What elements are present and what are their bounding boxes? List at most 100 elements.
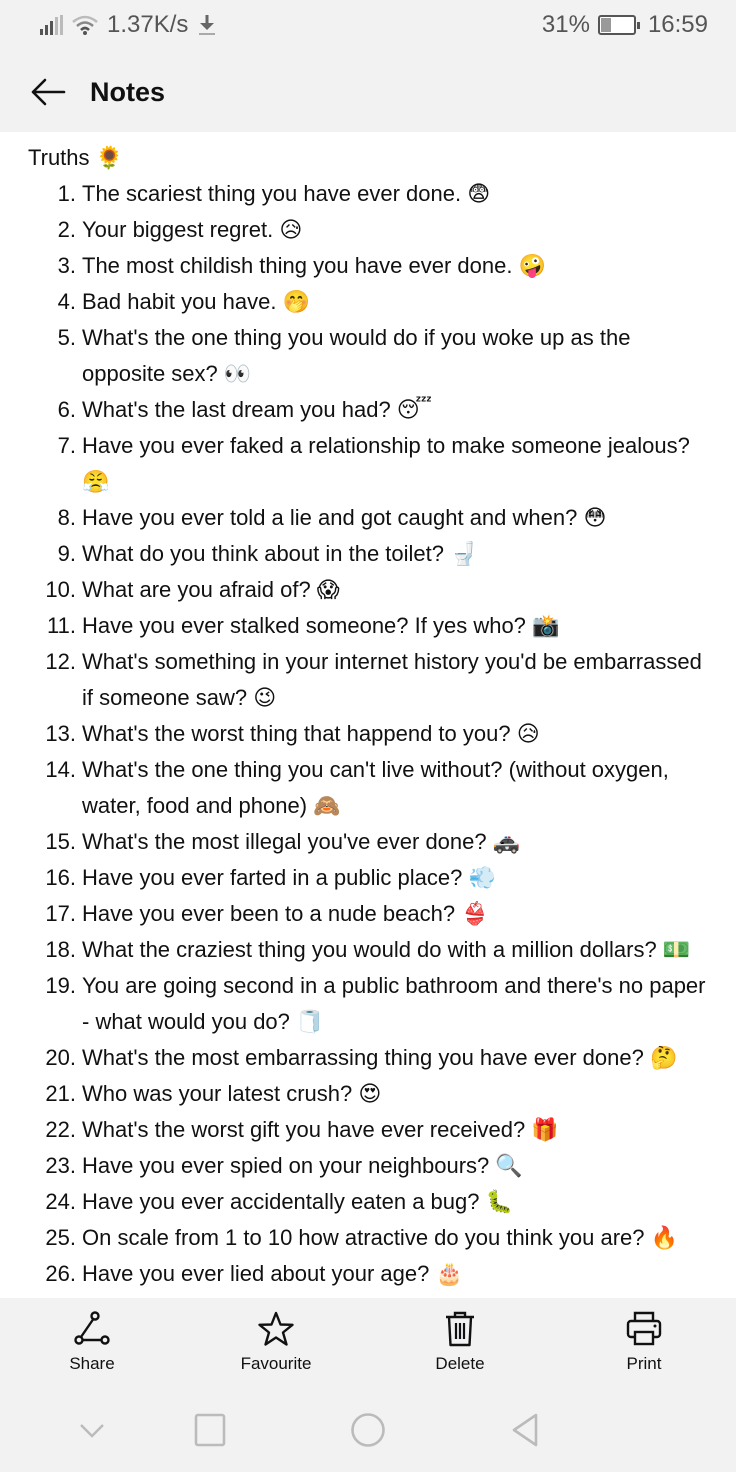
list-item-text: Have you ever stalked someone? If yes wh…	[82, 613, 560, 638]
list-item-text: Have you ever spied on your neighbours? …	[82, 1153, 523, 1178]
wifi-icon	[72, 15, 98, 35]
list-item-text: What the craziest thing you would do wit…	[82, 937, 691, 962]
printer-icon	[626, 1311, 662, 1346]
list-item: 1. The scariest thing you have ever done.…	[0, 176, 736, 212]
list-item-number: 26.	[45, 1261, 76, 1286]
share-icon	[74, 1311, 110, 1345]
list-item: 17. Have you ever been to a nude beach? 👙	[0, 896, 736, 932]
list-item-number: 7.	[57, 433, 76, 458]
list-item-number: 12.	[45, 649, 76, 674]
list-item-number: 9.	[57, 541, 76, 566]
trash-icon	[446, 1311, 474, 1347]
hide-keyboard-button[interactable]	[72, 1410, 112, 1450]
battery-percent: 31%	[541, 11, 590, 38]
list-item: 23. Have you ever spied on your neighbour…	[0, 1148, 736, 1184]
list-item: 15. What's the most illegal you've ever d…	[0, 824, 736, 860]
list-item: 25. On scale from 1 to 10 how atractive d…	[0, 1220, 736, 1256]
circle-icon	[351, 1413, 385, 1447]
home-button[interactable]	[348, 1410, 388, 1450]
list-item: 6. What's the last dream you had? 😴	[0, 392, 736, 428]
list-item: 9. What do you think about in the toilet?…	[0, 536, 736, 572]
list-item-number: 19.	[45, 973, 76, 998]
list-item-text: Your biggest regret. 😥	[82, 217, 303, 242]
list-item: 2. Your biggest regret. 😥	[0, 212, 736, 248]
list-item-number: 11.	[47, 613, 76, 638]
list-item-number: 8.	[57, 505, 76, 530]
status-bar: 1.37K/s 31% 16:59	[0, 0, 736, 52]
download-icon	[199, 15, 216, 35]
list-item-text: What's the one thing you can't live with…	[82, 757, 669, 818]
list-item: 21. Who was your latest crush? 😍	[0, 1076, 736, 1112]
list-item: 22. What's the worst gift you have ever r…	[0, 1112, 736, 1148]
list-item: 8. Have you ever told a lie and got caugh…	[0, 500, 736, 536]
list-item-number: 1.	[57, 181, 76, 206]
page-title: Notes	[90, 76, 166, 107]
note-content[interactable]: Truths 🌻 1. The scariest thing you have e…	[0, 132, 736, 1298]
list-item: 14. What's the one thing you can't live w…	[0, 752, 736, 824]
list-item-text: What are you afraid of? 😱	[82, 577, 340, 602]
list-item-number: 15.	[45, 829, 76, 854]
list-item-number: 18.	[45, 937, 76, 962]
list-item: 7. Have you ever faked a relationship to …	[0, 428, 736, 500]
list-item-text: What's the worst thing that happend to y…	[82, 721, 540, 746]
list-item-text: What do you think about in the toilet? 🚽	[82, 541, 478, 566]
truths-list: 1. The scariest thing you have ever done.…	[0, 176, 736, 1298]
list-item-number: 24.	[45, 1189, 76, 1214]
app-bar: Notes	[0, 52, 736, 132]
delete-label: Delete	[435, 1354, 485, 1373]
list-item-text: What's the one thing you would do if you…	[82, 325, 631, 386]
list-item-text: The scariest thing you have ever done. 😨	[82, 181, 491, 206]
list-item: 11. Have you ever stalked someone? If yes…	[0, 608, 736, 644]
back-button[interactable]	[28, 72, 68, 112]
list-item-number: 3.	[57, 253, 76, 278]
recents-button[interactable]	[190, 1410, 230, 1450]
list-item-text: On scale from 1 to 10 how atractive do y…	[82, 1225, 679, 1250]
delete-button[interactable]: Delete	[368, 1298, 552, 1390]
list-item: 26. Have you ever lied about your age? 🎂	[0, 1256, 736, 1292]
list-item-number: 16.	[45, 865, 76, 890]
list-item-number: 6.	[57, 397, 76, 422]
bottom-action-bar: Share Favourite Delete Print	[0, 1298, 736, 1390]
system-back-button[interactable]	[505, 1410, 545, 1450]
list-item: 20. What's the most embarrassing thing yo…	[0, 1040, 736, 1076]
status-left: 1.37K/s	[40, 10, 218, 40]
list-item-text: What's the worst gift you have ever rece…	[82, 1117, 559, 1142]
list-item-text: You are going second in a public bathroo…	[82, 973, 706, 1034]
battery-icon	[597, 15, 640, 35]
list-item: 12. What's something in your internet his…	[0, 644, 736, 716]
list-item: 4. Bad habit you have. 🤭	[0, 284, 736, 320]
list-item-number: 10.	[45, 577, 76, 602]
list-item-number: 22.	[45, 1117, 76, 1142]
list-item-text: Have you ever lied about your age? 🎂	[82, 1261, 463, 1286]
list-item-number: 13.	[45, 721, 76, 746]
star-icon	[258, 1311, 294, 1346]
list-item-text: Have you ever told a lie and got caught …	[82, 505, 607, 530]
share-button[interactable]: Share	[0, 1298, 184, 1390]
share-label: Share	[69, 1354, 115, 1373]
list-item-number: 2.	[57, 217, 76, 242]
system-navigation-bar	[0, 1390, 736, 1472]
list-item: 24. Have you ever accidentally eaten a bu…	[0, 1184, 736, 1220]
clock: 16:59	[647, 11, 708, 38]
list-item-number: 25.	[45, 1225, 76, 1250]
list-item-number: 21.	[45, 1081, 76, 1106]
list-item-text: Have you ever been to a nude beach? 👙	[82, 901, 489, 926]
list-item: 10. What are you afraid of? 😱	[0, 572, 736, 608]
list-item-number: 14.	[45, 757, 76, 782]
list-item-text: What's the most embarrassing thing you h…	[82, 1045, 678, 1070]
print-button[interactable]: Print	[552, 1298, 736, 1390]
list-item: 18. What the craziest thing you would do …	[0, 932, 736, 968]
list-item: 19. You are going second in a public bath…	[0, 968, 736, 1040]
list-item-number: 5.	[57, 325, 76, 350]
list-item-text: Have you ever farted in a public place? …	[82, 865, 496, 890]
list-item-number: 4.	[57, 289, 76, 314]
list-item: 13. What's the worst thing that happend t…	[0, 716, 736, 752]
list-item-text: The most childish thing you have ever do…	[82, 253, 546, 278]
list-item-text: Have you ever accidentally eaten a bug? …	[82, 1189, 513, 1214]
list-item: 5. What's the one thing you would do if y…	[0, 320, 736, 392]
list-item-number: 23.	[45, 1153, 76, 1178]
favourite-button[interactable]: Favourite	[184, 1298, 368, 1390]
list-item: 3. The most childish thing you have ever …	[0, 248, 736, 284]
list-item-text: What's the last dream you had? 😴	[82, 397, 433, 422]
signal-icon	[40, 15, 63, 35]
